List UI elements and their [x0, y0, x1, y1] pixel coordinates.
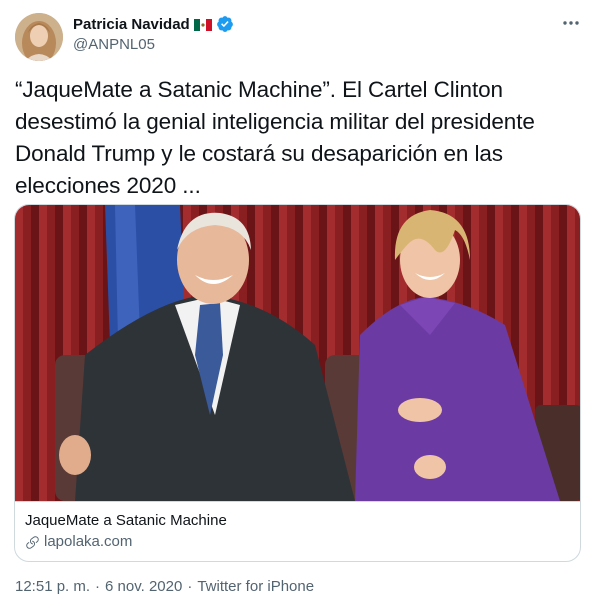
verified-badge-icon [216, 15, 234, 33]
card-domain-row: lapolaka.com [25, 532, 570, 552]
meta-separator: · [187, 578, 193, 595]
name-row: Patricia Navidad [73, 14, 234, 34]
tweet-meta: 12:51 p. m. · 6 nov. 2020 · Twitter for … [15, 578, 314, 595]
more-options-icon[interactable] [560, 12, 582, 34]
display-name[interactable]: Patricia Navidad [73, 16, 190, 33]
mexico-flag-icon [193, 18, 212, 31]
card-info: JaqueMate a Satanic Machine lapolaka.com [15, 502, 580, 552]
avatar[interactable] [15, 13, 63, 61]
card-title: JaqueMate a Satanic Machine [25, 512, 227, 529]
link-icon [25, 535, 40, 550]
tweet-time[interactable]: 12:51 p. m. [15, 578, 90, 595]
meta-separator: · [95, 578, 101, 595]
link-card[interactable]: JaqueMate a Satanic Machine lapolaka.com [14, 204, 581, 562]
card-image [15, 205, 580, 502]
tweet-date[interactable]: 6 nov. 2020 [105, 578, 182, 595]
author-info: Patricia Navidad @ANPNL05 [73, 14, 234, 53]
tweet: Patricia Navidad @ANPNL05 “JaqueMate a S… [0, 0, 596, 609]
tweet-text: “JaqueMate a Satanic Machine”. El Cartel… [15, 77, 535, 198]
avatar-image [15, 13, 63, 61]
tweet-source[interactable]: Twitter for iPhone [197, 578, 314, 595]
handle[interactable]: @ANPNL05 [73, 36, 234, 53]
card-domain: lapolaka.com [44, 533, 133, 550]
